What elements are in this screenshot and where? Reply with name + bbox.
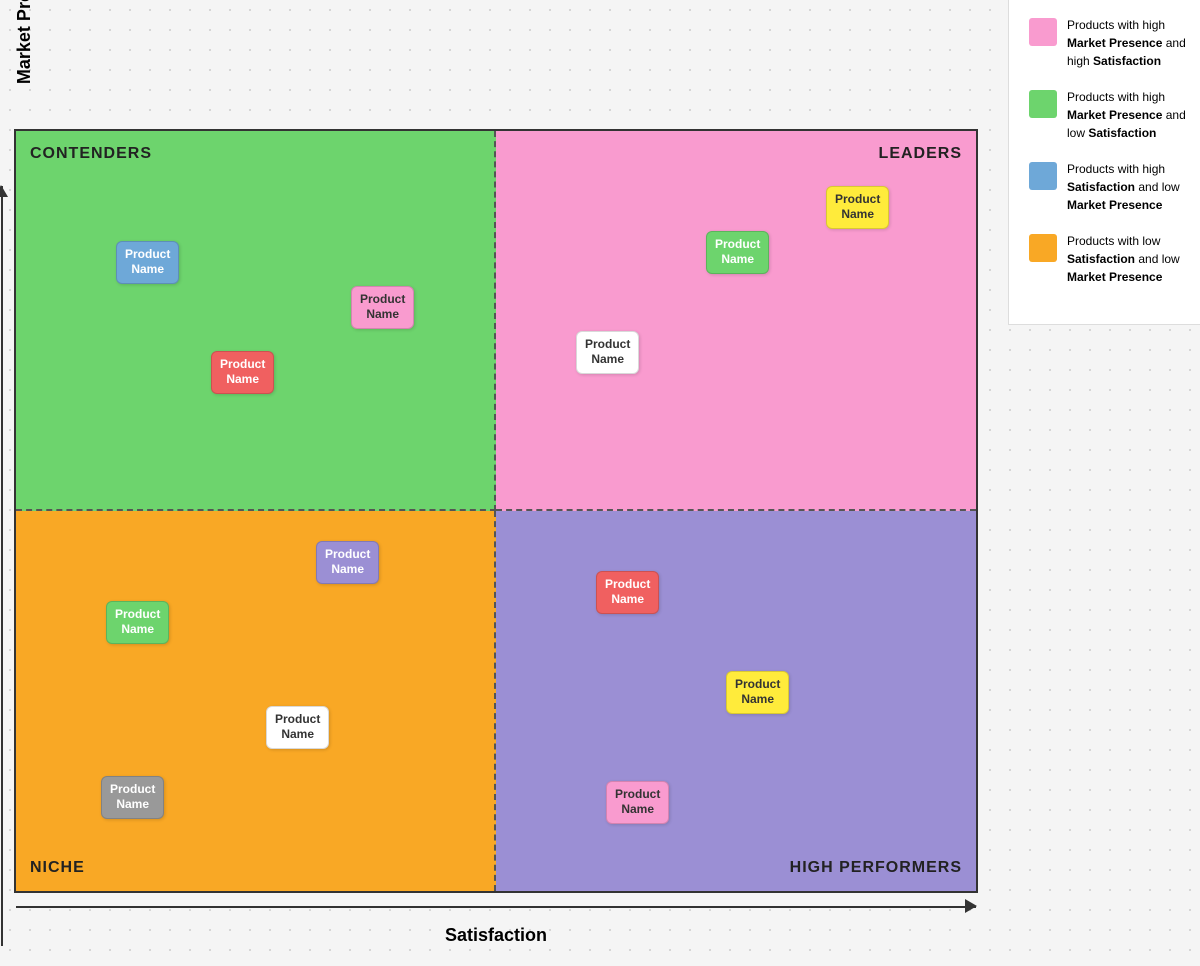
chart-container: Market Presence CONTENDERS ProductName P… <box>0 0 1200 966</box>
product-tag-p3[interactable]: ProductName <box>351 286 414 329</box>
legend: LEGEND: Products with high Market Presen… <box>1008 0 1200 325</box>
y-axis-wrapper <box>0 186 14 946</box>
leaders-label: LEADERS <box>879 145 962 163</box>
y-axis-arrow <box>0 186 10 946</box>
legend-text-3: Products with high Satisfaction and low … <box>1067 160 1187 214</box>
legend-item-3: Products with high Satisfaction and low … <box>1029 160 1187 214</box>
product-tag-p4[interactable]: ProductName <box>576 331 639 374</box>
product-tag-p11[interactable]: ProductName <box>596 571 659 614</box>
quadrant-grid: CONTENDERS ProductName ProductName Produ… <box>14 129 978 893</box>
legend-text-1: Products with high Market Presence and h… <box>1067 16 1187 70</box>
x-axis-label: Satisfaction <box>445 925 547 946</box>
chart-column: Market Presence CONTENDERS ProductName P… <box>14 0 978 946</box>
product-tag-p12[interactable]: ProductName <box>726 671 789 714</box>
highperformers-label: HIGH PERFORMERS <box>790 859 962 877</box>
product-tag-p13[interactable]: ProductName <box>606 781 669 824</box>
quadrant-contenders: CONTENDERS ProductName ProductName Produ… <box>16 131 496 511</box>
legend-color-orange <box>1029 234 1057 262</box>
chart-with-xaxis: CONTENDERS ProductName ProductName Produ… <box>14 129 978 946</box>
legend-item-1: Products with high Market Presence and h… <box>1029 16 1187 70</box>
y-axis-label-wrap: Market Presence <box>14 0 35 125</box>
legend-color-green <box>1029 90 1057 118</box>
niche-label: NICHE <box>30 859 85 877</box>
product-tag-p2[interactable]: ProductName <box>211 351 274 394</box>
quadrant-leaders: LEADERS ProductName ProductName ProductN… <box>496 131 976 511</box>
product-tag-p5[interactable]: ProductName <box>706 231 769 274</box>
y-axis-label: Market Presence <box>14 0 35 85</box>
product-tag-p10[interactable]: ProductName <box>101 776 164 819</box>
product-tag-p6[interactable]: ProductName <box>826 186 889 229</box>
contenders-label: CONTENDERS <box>30 145 152 163</box>
legend-item-4: Products with low Satisfaction and low M… <box>1029 232 1187 286</box>
chart-area: Market Presence CONTENDERS ProductName P… <box>0 0 978 946</box>
quadrant-niche: NICHE ProductName ProductName ProductNam… <box>16 511 496 891</box>
product-tag-p8[interactable]: ProductName <box>106 601 169 644</box>
product-tag-p1[interactable]: ProductName <box>116 241 179 284</box>
legend-item-2: Products with high Market Presence and l… <box>1029 88 1187 142</box>
legend-color-pink <box>1029 18 1057 46</box>
legend-text-4: Products with low Satisfaction and low M… <box>1067 232 1187 286</box>
legend-color-blue <box>1029 162 1057 190</box>
product-tag-p9[interactable]: ProductName <box>266 706 329 749</box>
x-axis-arrow <box>16 897 976 915</box>
legend-text-2: Products with high Market Presence and l… <box>1067 88 1187 142</box>
product-tag-p7[interactable]: ProductName <box>316 541 379 584</box>
quadrant-highperformers: HIGH PERFORMERS ProductName ProductName … <box>496 511 976 891</box>
